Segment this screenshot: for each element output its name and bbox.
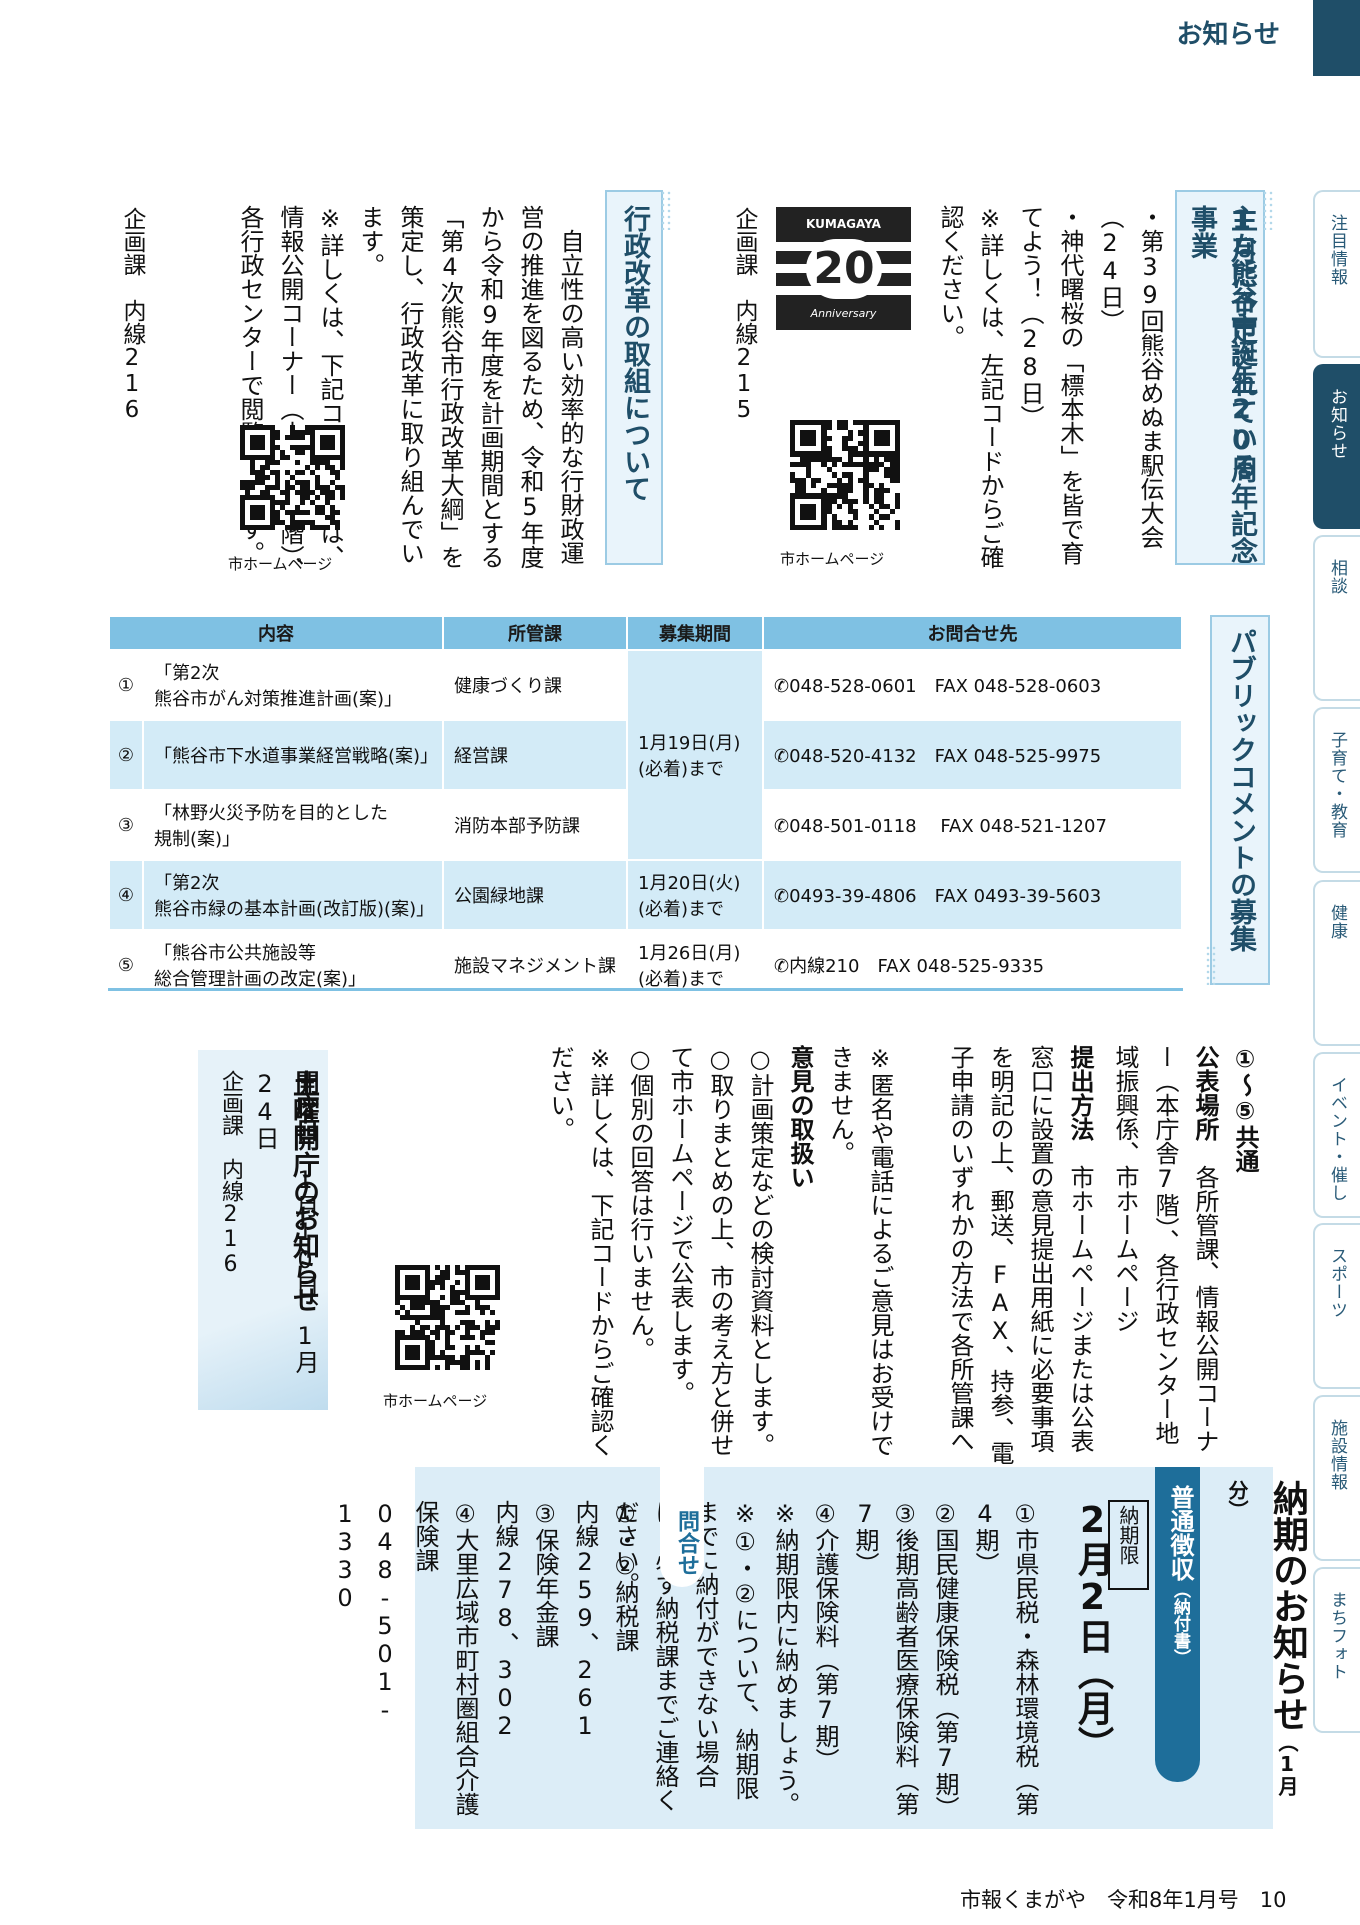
row-content: 「林野火災予防を目的とした 規制(案)」 [142,789,444,861]
header-contact: お問合せ先 [762,615,1183,651]
table-row: ① 「第2次 熊谷市がん対策推進計画(案)」 健康づくり課 1月19日(月) (… [108,649,1183,861]
footer: 市報くまがや 令和8年1月号 10 [960,1888,1287,1912]
reform-title: 行政改革の取組について [619,205,650,502]
side-tab-label: 相談 [1327,559,1347,595]
pc-note1: ※匿名や電話によるご意見はお受けできません。 [826,1045,894,1457]
row-number: ④ [108,859,144,931]
logo-sub-text: Anniversary [776,307,911,320]
phone-icon: ✆ [774,746,790,767]
payment-type: 普通徴収（納付書） [1166,1485,1194,1666]
phone-icon: ✆ [774,886,790,907]
row-dept: 公園緑地課 [442,859,628,931]
row-number: ① [108,649,144,721]
anniversary-qr-caption: 市ホームページ [780,550,885,568]
pc-publish-label: 公表場所 [1191,1045,1219,1141]
anniversary-contact: 企画課 内線215 [731,207,757,423]
side-tab-label: 子育て・教育 [1327,731,1347,839]
reform-contact: 企画課 内線216 [119,207,145,423]
row-dept: 消防本部予防課 [442,789,628,861]
row-content: 「第2次 熊谷市緑の基本計画(改訂版)(案)」 [142,859,444,931]
public-comment-title: パブリックコメントの募集 [1225,628,1256,952]
pc-common-title: ①〜⑤共通 [1231,1045,1259,1173]
anniversary-body: ・第39回熊谷めぬま駅伝大会（24日） ・神代曙桜の「標本木」を皆で育てよう！（… [936,205,1164,569]
side-tab-label: 注目情報 [1327,214,1347,286]
table-row: ④ 「第2次 熊谷市緑の基本計画(改訂版)(案)」 公園緑地課 1月20日(火)… [108,859,1183,931]
side-tab[interactable]: お知らせ [1313,364,1360,529]
public-comment-table: 内容 所管課 募集期間 お問合せ先 ① 「第2次 熊谷市がん対策推進計画(案)」… [108,615,1183,1001]
anniversary-logo: KUMAGAYA 20 Anniversary [776,207,911,332]
anniversary-qr-code[interactable] [790,420,900,530]
payment-deadline: 2月2日（月） [1072,1500,1113,1762]
pc-qr-code[interactable] [395,1265,500,1370]
side-tab[interactable]: 健康 [1313,880,1360,1046]
row-contact: ✆048-501-0118 FAX 048-521-1207 [762,789,1183,861]
row-number: ③ [108,789,144,861]
side-tab[interactable]: 相談 [1313,535,1360,701]
payment-title: 納期のお知らせ（1月分） [1225,1480,1308,1796]
saturday-days-label: 開庁日 [291,1070,319,1142]
phone-icon: ✆ [774,956,790,977]
row-content: 「熊谷市下水道事業経営戦略(案)」 [142,719,444,791]
row-contact: ✆048-528-0601 FAX 048-528-0603 [762,649,1183,721]
logo-top-text: KUMAGAYA [776,217,911,231]
side-tab[interactable]: イベント・催し [1313,1052,1360,1218]
row-dept: 経営課 [442,719,628,791]
side-tab[interactable]: 子育て・教育 [1313,707,1360,873]
row-number: ② [108,719,144,791]
anniversary-title-line2: 主な熊谷市誕生20周年記念事業 [1186,205,1257,564]
pc-qr-caption: 市ホームページ [383,1392,488,1410]
page-label: お知らせ [1176,20,1280,50]
side-tab[interactable]: スポーツ [1313,1223,1360,1389]
side-tab-label: 施設情報 [1327,1419,1347,1491]
side-tab-label: まちフォト [1327,1591,1347,1681]
row-period: 1月19日(月) (必着)まで [626,649,764,861]
row-dept: 健康づくり課 [442,649,628,721]
side-tab-label: 健康 [1327,904,1347,940]
payment-items: ①市県民税・森林環境税（第4期） ②国民健康保険税（第7期） ③後期高齢者医療保… [611,1500,1039,1820]
inquiry-label: 問合せ [674,1510,699,1576]
header-dept: 所管課 [442,615,628,651]
row-period: 1月20日(火) (必着)まで [626,859,764,931]
corner-block [1313,0,1360,76]
side-tab[interactable]: まちフォト [1313,1567,1360,1733]
saturday-contact: 企画課 内線216 [218,1070,243,1277]
reform-qr-caption: 市ホームページ [228,555,333,573]
side-tab-label: イベント・催し [1327,1076,1347,1202]
row-content: 「第2次 熊谷市がん対策推進計画(案)」 [142,649,444,721]
pc-submit-label: 提出方法 [1066,1045,1094,1141]
pc-publish: 公表場所 各所管課、情報公開コーナー（本庁舎7階）、各行政センター地域振興係、市… [1111,1045,1219,1453]
side-tab-label: お知らせ [1327,388,1347,460]
phone-icon: ✆ [774,676,790,697]
table-bottom-rule [108,988,1183,991]
phone-icon: ✆ [774,816,790,837]
logo-number: 20 [806,239,882,299]
header-period: 募集期間 [626,615,764,651]
pc-handling-label: 意見の取扱い [786,1045,814,1189]
reform-qr-code[interactable] [240,425,345,530]
pc-submit: 提出方法 市ホームページまたは公表窓口に設置の意見提出用紙に必要事項を明記の上、… [946,1045,1094,1465]
reform-body: 自立性の高い効率的な行財政運営の推進を図るため、令和5年度から令和9年度を計画期… [236,205,584,581]
row-contact: ✆048-520-4132 FAX 048-525-9975 [762,719,1183,791]
side-tab-label: スポーツ [1327,1247,1347,1319]
header-content: 内容 [108,615,444,651]
side-tab[interactable]: 施設情報 [1313,1395,1360,1561]
saturday-days: 開庁日 1月10日、1月24日 [251,1070,319,1374]
side-tab[interactable]: 注目情報 [1313,190,1360,358]
payment-inquiry: ①・②納税課 内線259、261 ③保険年金課 内線278、302 ④大里広域市… [331,1500,639,1816]
row-contact: ✆0493-39-4806 FAX 0493-39-5603 [762,859,1183,931]
